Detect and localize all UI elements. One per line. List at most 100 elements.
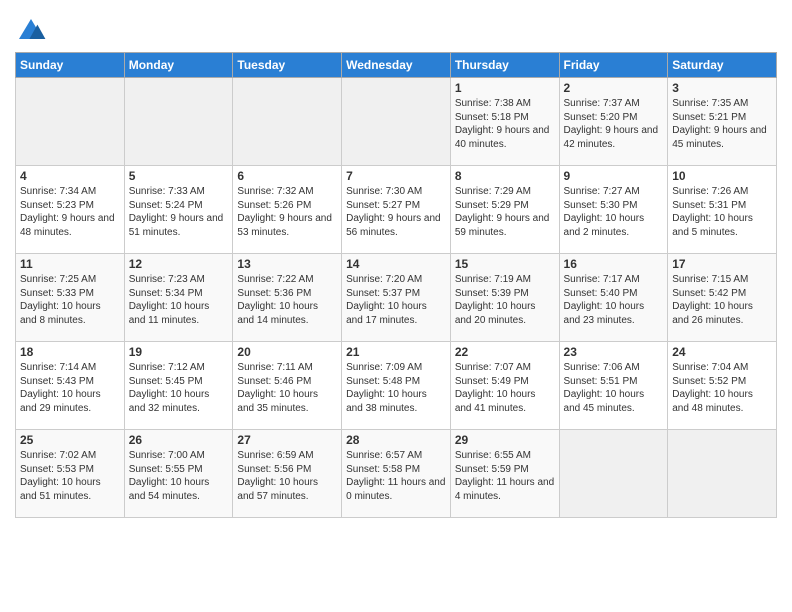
cell-info: Sunrise: 7:32 AM Sunset: 5:26 PM Dayligh… [237, 185, 337, 239]
cell-date: 22 [455, 345, 555, 359]
cell-info: Sunrise: 7:06 AM Sunset: 5:51 PM Dayligh… [564, 361, 664, 415]
logo-icon [15, 15, 47, 47]
day-header-friday: Friday [559, 53, 668, 78]
calendar-cell: 29 Sunrise: 6:55 AM Sunset: 5:59 PM Dayli… [450, 430, 559, 518]
logo [15, 15, 49, 47]
calendar-cell: 2 Sunrise: 7:37 AM Sunset: 5:20 PM Daylig… [559, 78, 668, 166]
cell-info: Sunrise: 7:23 AM Sunset: 5:34 PM Dayligh… [129, 273, 229, 327]
cell-info: Sunrise: 7:15 AM Sunset: 5:42 PM Dayligh… [672, 273, 772, 327]
cell-info: Sunrise: 7:30 AM Sunset: 5:27 PM Dayligh… [346, 185, 446, 239]
calendar-cell: 4 Sunrise: 7:34 AM Sunset: 5:23 PM Daylig… [16, 166, 125, 254]
cell-date: 15 [455, 257, 555, 271]
cell-date: 3 [672, 81, 772, 95]
cell-date: 4 [20, 169, 120, 183]
calendar-cell [233, 78, 342, 166]
cell-date: 12 [129, 257, 229, 271]
calendar-cell: 20Sunrise: 7:11 AM Sunset: 5:46 PM Dayli… [233, 342, 342, 430]
cell-date: 10 [672, 169, 772, 183]
calendar-cell: 1 Sunrise: 7:38 AM Sunset: 5:18 PM Daylig… [450, 78, 559, 166]
calendar-cell: 17 Sunrise: 7:15 AM Sunset: 5:42 PM Dayli… [668, 254, 777, 342]
cell-date: 13 [237, 257, 337, 271]
cell-date: 21 [346, 345, 446, 359]
calendar-cell: 11 Sunrise: 7:25 AM Sunset: 5:33 PM Dayli… [16, 254, 125, 342]
cell-info: Sunrise: 6:55 AM Sunset: 5:59 PM Dayligh… [455, 449, 555, 503]
cell-info: Sunrise: 7:20 AM Sunset: 5:37 PM Dayligh… [346, 273, 446, 327]
calendar-cell: 3Sunrise: 7:35 AM Sunset: 5:21 PM Daylig… [668, 78, 777, 166]
cell-date: 28 [346, 433, 446, 447]
cell-info: Sunrise: 7:29 AM Sunset: 5:29 PM Dayligh… [455, 185, 555, 239]
cell-info: Sunrise: 7:07 AM Sunset: 5:49 PM Dayligh… [455, 361, 555, 415]
cell-date: 16 [564, 257, 664, 271]
cell-date: 29 [455, 433, 555, 447]
cell-date: 6 [237, 169, 337, 183]
calendar-cell: 15 Sunrise: 7:19 AM Sunset: 5:39 PM Dayli… [450, 254, 559, 342]
calendar-header-row: SundayMondayTuesdayWednesdayThursdayFrid… [16, 53, 777, 78]
cell-date: 9 [564, 169, 664, 183]
header-row [15, 10, 777, 47]
calendar-cell: 25 Sunrise: 7:02 AM Sunset: 5:53 PM Dayli… [16, 430, 125, 518]
calendar-cell: 8 Sunrise: 7:29 AM Sunset: 5:29 PM Daylig… [450, 166, 559, 254]
cell-info: Sunrise: 7:19 AM Sunset: 5:39 PM Dayligh… [455, 273, 555, 327]
calendar-cell: 22 Sunrise: 7:07 AM Sunset: 5:49 PM Dayli… [450, 342, 559, 430]
cell-info: Sunrise: 7:17 AM Sunset: 5:40 PM Dayligh… [564, 273, 664, 327]
cell-info: Sunrise: 6:57 AM Sunset: 5:58 PM Dayligh… [346, 449, 446, 503]
calendar-table: SundayMondayTuesdayWednesdayThursdayFrid… [15, 52, 777, 518]
cell-date: 25 [20, 433, 120, 447]
calendar-cell: 14Sunrise: 7:20 AM Sunset: 5:37 PM Dayli… [342, 254, 451, 342]
cell-date: 26 [129, 433, 229, 447]
cell-info: Sunrise: 7:26 AM Sunset: 5:31 PM Dayligh… [672, 185, 772, 239]
calendar-container: SundayMondayTuesdayWednesdayThursdayFrid… [0, 0, 792, 523]
cell-date: 24 [672, 345, 772, 359]
cell-date: 20 [237, 345, 337, 359]
cell-info: Sunrise: 7:37 AM Sunset: 5:20 PM Dayligh… [564, 97, 664, 151]
week-row-5: 25 Sunrise: 7:02 AM Sunset: 5:53 PM Dayli… [16, 430, 777, 518]
calendar-cell: 13 Sunrise: 7:22 AM Sunset: 5:36 PM Dayli… [233, 254, 342, 342]
cell-date: 1 [455, 81, 555, 95]
week-row-3: 11 Sunrise: 7:25 AM Sunset: 5:33 PM Dayli… [16, 254, 777, 342]
calendar-cell [342, 78, 451, 166]
cell-date: 17 [672, 257, 772, 271]
calendar-cell: 7Sunrise: 7:30 AM Sunset: 5:27 PM Daylig… [342, 166, 451, 254]
cell-info: Sunrise: 7:22 AM Sunset: 5:36 PM Dayligh… [237, 273, 337, 327]
cell-date: 19 [129, 345, 229, 359]
cell-date: 23 [564, 345, 664, 359]
cell-info: Sunrise: 7:00 AM Sunset: 5:55 PM Dayligh… [129, 449, 229, 503]
cell-info: Sunrise: 7:27 AM Sunset: 5:30 PM Dayligh… [564, 185, 664, 239]
cell-date: 8 [455, 169, 555, 183]
calendar-cell: 23 Sunrise: 7:06 AM Sunset: 5:51 PM Dayli… [559, 342, 668, 430]
calendar-cell: 9 Sunrise: 7:27 AM Sunset: 5:30 PM Daylig… [559, 166, 668, 254]
calendar-cell [559, 430, 668, 518]
day-header-thursday: Thursday [450, 53, 559, 78]
cell-info: Sunrise: 7:25 AM Sunset: 5:33 PM Dayligh… [20, 273, 120, 327]
cell-info: Sunrise: 6:59 AM Sunset: 5:56 PM Dayligh… [237, 449, 337, 503]
calendar-cell: 28 Sunrise: 6:57 AM Sunset: 5:58 PM Dayli… [342, 430, 451, 518]
day-header-wednesday: Wednesday [342, 53, 451, 78]
day-header-monday: Monday [124, 53, 233, 78]
calendar-cell [124, 78, 233, 166]
week-row-1: 1 Sunrise: 7:38 AM Sunset: 5:18 PM Daylig… [16, 78, 777, 166]
cell-date: 5 [129, 169, 229, 183]
calendar-cell: 26 Sunrise: 7:00 AM Sunset: 5:55 PM Dayli… [124, 430, 233, 518]
calendar-cell: 27 Sunrise: 6:59 AM Sunset: 5:56 PM Dayli… [233, 430, 342, 518]
day-header-tuesday: Tuesday [233, 53, 342, 78]
cell-info: Sunrise: 7:14 AM Sunset: 5:43 PM Dayligh… [20, 361, 120, 415]
calendar-cell [668, 430, 777, 518]
calendar-cell: 5 Sunrise: 7:33 AM Sunset: 5:24 PM Daylig… [124, 166, 233, 254]
calendar-cell: 19 Sunrise: 7:12 AM Sunset: 5:45 PM Dayli… [124, 342, 233, 430]
day-header-sunday: Sunday [16, 53, 125, 78]
week-row-4: 18Sunrise: 7:14 AM Sunset: 5:43 PM Dayli… [16, 342, 777, 430]
calendar-cell: 18Sunrise: 7:14 AM Sunset: 5:43 PM Dayli… [16, 342, 125, 430]
calendar-cell: 6 Sunrise: 7:32 AM Sunset: 5:26 PM Daylig… [233, 166, 342, 254]
cell-info: Sunrise: 7:02 AM Sunset: 5:53 PM Dayligh… [20, 449, 120, 503]
cell-info: Sunrise: 7:38 AM Sunset: 5:18 PM Dayligh… [455, 97, 555, 151]
cell-date: 2 [564, 81, 664, 95]
cell-date: 27 [237, 433, 337, 447]
cell-info: Sunrise: 7:12 AM Sunset: 5:45 PM Dayligh… [129, 361, 229, 415]
cell-info: Sunrise: 7:33 AM Sunset: 5:24 PM Dayligh… [129, 185, 229, 239]
cell-date: 11 [20, 257, 120, 271]
week-row-2: 4 Sunrise: 7:34 AM Sunset: 5:23 PM Daylig… [16, 166, 777, 254]
calendar-cell: 21 Sunrise: 7:09 AM Sunset: 5:48 PM Dayli… [342, 342, 451, 430]
cell-info: Sunrise: 7:34 AM Sunset: 5:23 PM Dayligh… [20, 185, 120, 239]
cell-info: Sunrise: 7:09 AM Sunset: 5:48 PM Dayligh… [346, 361, 446, 415]
calendar-cell: 10 Sunrise: 7:26 AM Sunset: 5:31 PM Dayli… [668, 166, 777, 254]
